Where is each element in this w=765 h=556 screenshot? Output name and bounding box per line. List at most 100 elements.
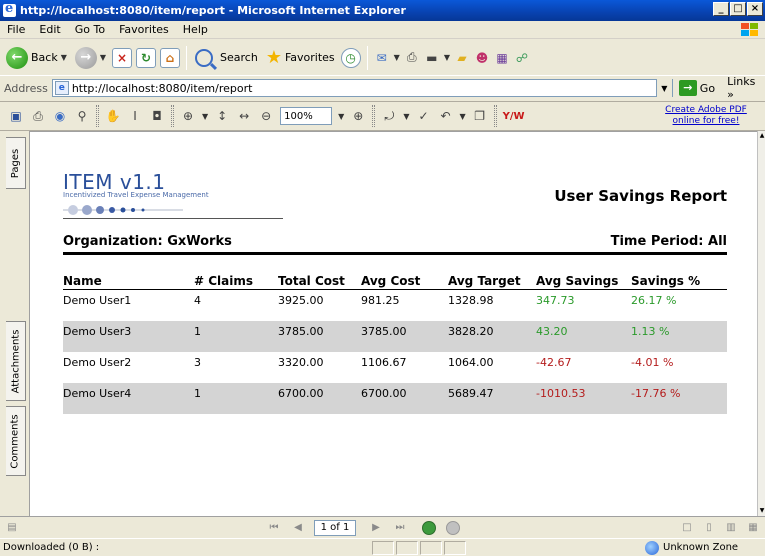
- spell-check-icon[interactable]: ✓: [415, 108, 431, 124]
- print-icon[interactable]: ⎙: [404, 50, 420, 66]
- cell-claims: 4: [194, 294, 201, 307]
- zoom-level-select[interactable]: 100%: [280, 107, 333, 125]
- tab-comments-label: Comments: [10, 413, 21, 469]
- scroll-up-icon[interactable]: ▲: [758, 131, 765, 141]
- select-text-icon[interactable]: I: [127, 108, 143, 124]
- single-page-icon[interactable]: □: [679, 520, 695, 536]
- menu-help[interactable]: Help: [176, 23, 215, 36]
- continuous-facing-icon[interactable]: ▦: [745, 520, 761, 536]
- stop-icon[interactable]: ×: [112, 47, 133, 68]
- organization-line: Organization: GxWorks: [63, 234, 232, 249]
- rotate-dropdown-icon[interactable]: ▼: [403, 112, 409, 121]
- mail-dropdown-icon[interactable]: ▼: [394, 53, 400, 62]
- users-icon[interactable]: ☍: [514, 50, 530, 66]
- menu-edit[interactable]: Edit: [32, 23, 67, 36]
- tab-comments[interactable]: Comments: [6, 406, 26, 476]
- search-button[interactable]: Search: [193, 45, 260, 71]
- create-adobe-pdf-link[interactable]: Create Adobe PDF online for free!: [651, 105, 761, 127]
- status-cell: [420, 540, 442, 555]
- address-input[interactable]: e http://localhost:8080/item/report ▼: [51, 79, 673, 97]
- undo-dropdown-icon[interactable]: ▼: [459, 112, 465, 121]
- edit-dropdown-icon[interactable]: ▼: [444, 53, 450, 62]
- save-icon[interactable]: ▣: [8, 108, 24, 124]
- globe-icon: [645, 540, 659, 555]
- back-dropdown-icon[interactable]: ▼: [61, 53, 67, 62]
- copy-icon[interactable]: ❐: [472, 108, 488, 124]
- time-period-line: Time Period: All: [611, 234, 727, 249]
- document-area: Pages Attachments Comments ITEM v1.1 Inc…: [0, 131, 765, 516]
- messenger-icon[interactable]: ☻: [474, 50, 490, 66]
- address-dropdown-icon[interactable]: ▼: [655, 79, 672, 97]
- cell-total-cost: 6700.00: [278, 387, 324, 400]
- navigation-panel: Pages Attachments Comments: [0, 131, 30, 516]
- tab-pages-label: Pages: [10, 148, 22, 178]
- zoom-dropdown-icon[interactable]: ▼: [202, 112, 208, 121]
- close-button[interactable]: ×: [747, 2, 763, 16]
- go-button[interactable]: → Go: [678, 80, 716, 96]
- cell-avg-cost: 3785.00: [361, 325, 407, 338]
- favorites-button[interactable]: ★ Favorites: [264, 45, 337, 71]
- menu-file[interactable]: File: [0, 23, 32, 36]
- menu-favorites[interactable]: Favorites: [112, 23, 176, 36]
- search-label: Search: [220, 51, 258, 64]
- column-header: Avg Target: [448, 274, 521, 288]
- page-number-field[interactable]: 1 of 1: [314, 519, 356, 536]
- scroll-down-icon[interactable]: ▼: [758, 506, 765, 516]
- edit-icon[interactable]: ▬: [424, 50, 440, 66]
- last-page-icon[interactable]: ⏭: [392, 520, 408, 536]
- cell-savings-pct: -17.76 %: [631, 387, 681, 400]
- facing-icon[interactable]: ▥: [723, 520, 739, 536]
- tab-attachments[interactable]: Attachments: [6, 321, 26, 401]
- forward-button[interactable]: → ▼: [73, 45, 108, 71]
- zone-label: Unknown Zone: [663, 542, 739, 553]
- fit-width-icon[interactable]: ↔: [236, 108, 252, 124]
- first-page-icon[interactable]: ⏮: [266, 520, 282, 536]
- history-icon[interactable]: ◷: [340, 47, 361, 68]
- continuous-icon[interactable]: ▯: [701, 520, 717, 536]
- next-view-icon[interactable]: [446, 520, 460, 535]
- menu-go-to[interactable]: Go To: [68, 23, 112, 36]
- rotate-icon[interactable]: ⤾: [381, 108, 397, 124]
- previous-view-icon[interactable]: [422, 520, 436, 535]
- maximize-button[interactable]: □: [730, 2, 746, 16]
- print-icon[interactable]: ⎙: [30, 108, 46, 124]
- undo-icon[interactable]: ↶: [437, 108, 453, 124]
- next-page-icon[interactable]: ▶: [368, 520, 384, 536]
- cell-name: Demo User3: [63, 325, 132, 338]
- toolbar-separator: [366, 45, 368, 70]
- ymw-icon[interactable]: Y/W: [503, 111, 525, 122]
- toolbar-separator: [186, 45, 188, 70]
- research-icon[interactable]: ▦: [494, 50, 510, 66]
- email-icon[interactable]: ◉: [52, 108, 68, 124]
- logo-dots-graphic: [63, 205, 183, 215]
- fit-page-icon[interactable]: ↕: [214, 108, 230, 124]
- zoom-level-dropdown-icon[interactable]: ▼: [338, 112, 344, 121]
- zoom-out-icon[interactable]: ⊖: [258, 108, 274, 124]
- cell-claims: 1: [194, 387, 201, 400]
- column-header: Savings %: [631, 274, 701, 288]
- previous-page-icon[interactable]: ◀: [290, 520, 306, 536]
- forward-dropdown-icon[interactable]: ▼: [100, 53, 106, 62]
- snapshot-icon[interactable]: ◘: [149, 108, 165, 124]
- links-button[interactable]: Links »: [727, 75, 765, 101]
- refresh-icon[interactable]: ↻: [136, 47, 157, 68]
- page-number: 1 of 1: [320, 521, 350, 533]
- tab-pages[interactable]: Pages: [6, 137, 26, 189]
- zoom-in-icon[interactable]: ⊕: [180, 108, 196, 124]
- mail-icon[interactable]: ✉: [374, 50, 390, 66]
- minimize-button[interactable]: _: [713, 2, 729, 16]
- folder-icon[interactable]: ▰: [454, 50, 470, 66]
- find-icon[interactable]: ⚲: [74, 108, 90, 124]
- cell-avg-savings: 43.20: [536, 325, 568, 338]
- vertical-scrollbar[interactable]: ▲ ▼: [757, 131, 765, 516]
- go-label: Go: [699, 81, 716, 95]
- hand-tool-icon[interactable]: ✋: [105, 108, 121, 124]
- page-icon: e: [54, 81, 69, 95]
- back-button[interactable]: ← Back ▼: [4, 45, 69, 71]
- panel-toggle-icon[interactable]: ▤: [4, 520, 20, 536]
- address-url: http://localhost:8080/item/report: [71, 81, 253, 95]
- zoom-plus-icon[interactable]: ⊕: [350, 108, 366, 124]
- column-header: Total Cost: [278, 274, 345, 288]
- home-icon[interactable]: ⌂: [160, 47, 181, 68]
- report-title: User Savings Report: [554, 187, 727, 205]
